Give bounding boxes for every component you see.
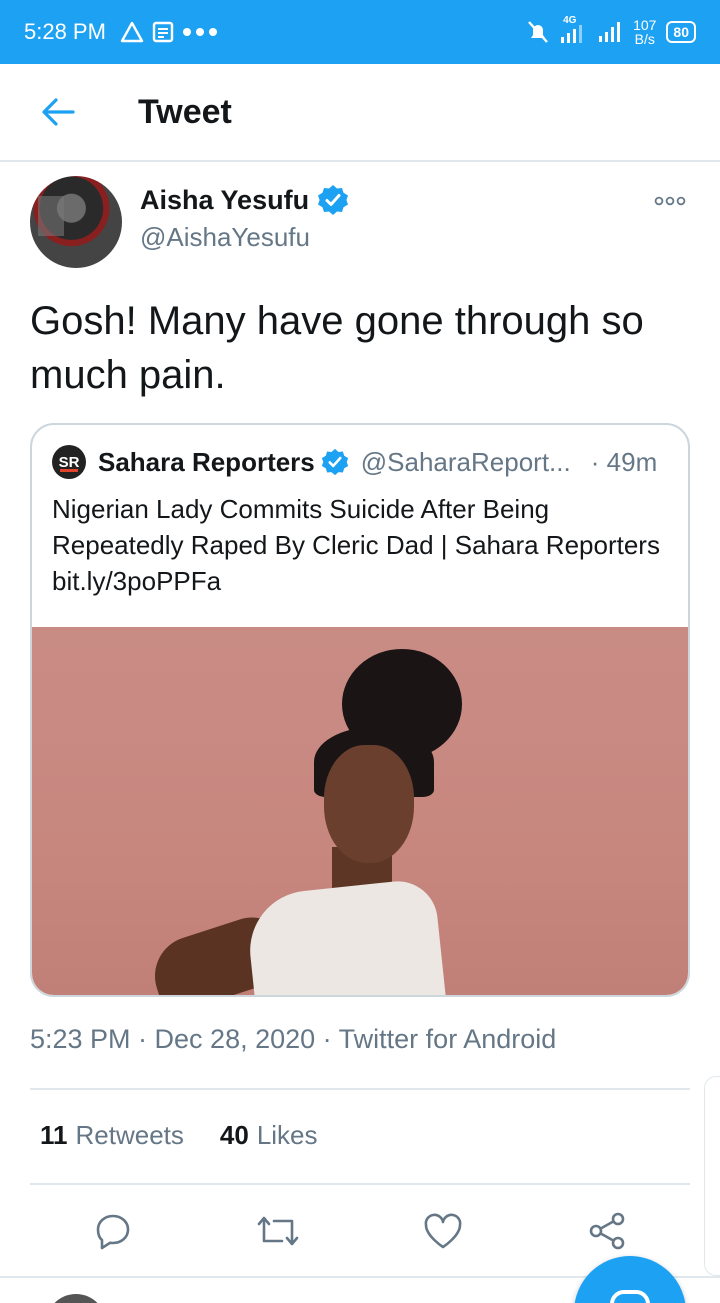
tweet-actions <box>30 1196 690 1266</box>
more-options-button[interactable] <box>650 186 690 216</box>
verified-icon <box>321 448 348 476</box>
signal-4g: 4G <box>559 15 587 45</box>
news-icon <box>152 21 174 43</box>
quoted-author-handle: @SaharaReport... <box>360 446 571 477</box>
author-name[interactable]: Aisha Yesufu <box>140 185 309 216</box>
retweet-button[interactable] <box>250 1203 306 1259</box>
divider <box>30 1183 690 1185</box>
retweets-label: Retweets <box>75 1120 184 1150</box>
speed-value: 107 <box>633 17 657 33</box>
quoted-tweet-image[interactable] <box>32 627 688 995</box>
top-bar: Tweet <box>0 64 720 162</box>
likes-label: Likes <box>256 1120 318 1150</box>
quoted-tweet-text: Nigerian Lady Commits Suicide After Bein… <box>52 494 660 596</box>
signal-icon-2 <box>599 22 621 42</box>
compose-icon <box>610 1290 650 1303</box>
divider <box>30 1088 690 1090</box>
mute-icon <box>528 21 548 43</box>
status-time: 5:28 PM <box>24 19 106 44</box>
quoted-author-name: Sahara Reporters <box>98 446 315 477</box>
side-panel-edge <box>704 1076 720 1276</box>
network-speed: 107 B/s <box>633 18 656 46</box>
back-button[interactable] <box>26 80 90 144</box>
quoted-tweet-header: SR Sahara Reporters @SaharaReport... · 4… <box>52 445 672 479</box>
share-button[interactable] <box>580 1203 636 1259</box>
tweet-stats: 11 Retweets 40 Likes <box>40 1120 318 1151</box>
reply-avatar <box>46 1294 106 1303</box>
quoted-avatar: SR <box>52 445 86 479</box>
status-right: 4G 107 B/s 80 <box>527 15 696 46</box>
warning-icon <box>120 21 144 43</box>
likes-count: 40 <box>219 1120 249 1150</box>
battery-indicator: 80 <box>666 21 696 43</box>
retweets-stat[interactable]: 11 Retweets <box>40 1120 184 1151</box>
quoted-time: · 49m <box>590 446 658 477</box>
author-handle[interactable]: @AishaYesufu <box>140 222 310 253</box>
tweet-author: Aisha Yesufu @AishaYesufu <box>30 176 690 268</box>
more-icon <box>654 196 686 206</box>
reply-icon <box>96 1214 129 1250</box>
image-figure-dress <box>244 877 446 995</box>
retweet-icon <box>257 1216 298 1246</box>
reply-button[interactable] <box>85 1203 141 1259</box>
more-notifications-icon <box>182 28 217 36</box>
author-name-row: Aisha Yesufu <box>140 184 349 216</box>
retweets-count: 11 <box>40 1120 68 1150</box>
status-bar: 5:28 PM 4G 107 B/s 80 <box>0 0 720 64</box>
like-button[interactable] <box>415 1203 471 1259</box>
like-icon <box>424 1213 461 1249</box>
tweet-timestamp: 5:23 PM · Dec 28, 2020 · Twitter for And… <box>30 1024 557 1054</box>
speed-unit: B/s <box>634 31 655 47</box>
back-arrow-icon <box>42 98 75 126</box>
image-figure-face <box>324 745 414 863</box>
signal-icon <box>561 25 583 43</box>
notification-icons <box>120 21 218 43</box>
author-avatar[interactable] <box>30 176 122 268</box>
likes-stat[interactable]: 40 Likes <box>220 1120 318 1151</box>
quoted-tweet-card[interactable]: SR Sahara Reporters @SaharaReport... · 4… <box>30 423 690 997</box>
share-icon <box>589 1212 624 1250</box>
verified-icon <box>318 185 349 215</box>
page-title: Tweet <box>138 92 232 131</box>
tweet-text: Gosh! Many have gone through so much pai… <box>30 299 644 397</box>
